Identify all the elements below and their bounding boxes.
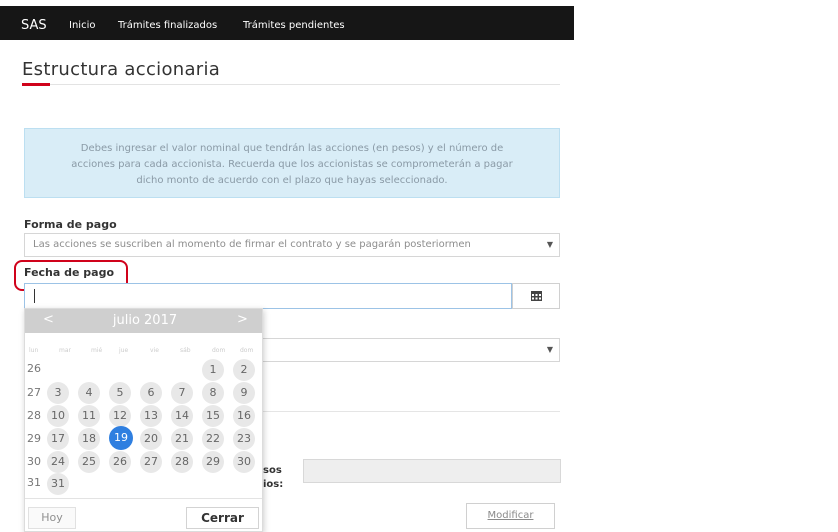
calendar-day[interactable]: 28 [171, 451, 193, 473]
text-cursor [34, 289, 35, 303]
calendar-day[interactable]: 2 [233, 359, 255, 381]
week-number: 27 [27, 386, 41, 399]
nav-item-inicio[interactable]: Inicio [69, 20, 95, 31]
month-label[interactable]: julio 2017 [105, 313, 185, 328]
calendar-day[interactable]: 20 [140, 428, 162, 450]
calendar-button[interactable] [512, 283, 560, 309]
fecha-de-pago-input[interactable] [24, 283, 512, 309]
prev-month-button[interactable]: < [43, 312, 54, 327]
calendar-day[interactable]: 12 [109, 405, 131, 427]
calendar-day[interactable]: 5 [109, 382, 131, 404]
forma-de-pago-select[interactable]: Las acciones se suscriben al momento de … [24, 233, 560, 257]
title-divider [22, 84, 560, 85]
datepicker-footer-divider [25, 498, 262, 499]
calendar-day[interactable]: 29 [202, 451, 224, 473]
calendar-day[interactable]: 21 [171, 428, 193, 450]
calendar-day[interactable]: 11 [78, 405, 100, 427]
next-month-button[interactable]: > [237, 312, 248, 327]
calendar-day[interactable]: 6 [140, 382, 162, 404]
section-divider [263, 411, 560, 412]
forma-de-pago-value: Las acciones se suscriben al momento de … [33, 239, 471, 250]
weekday-header: vie [150, 347, 159, 354]
calendar-day[interactable]: 7 [171, 382, 193, 404]
partial-label-line2: ios: [263, 479, 284, 490]
brand-logo[interactable]: SAS [21, 18, 47, 33]
nav-item-tramites-pendientes[interactable]: Trámites pendientes [243, 20, 345, 31]
calendar-day[interactable]: 3 [47, 382, 69, 404]
weekday-header: sáb [180, 347, 191, 354]
weekday-header: dom [212, 347, 226, 354]
calendar-day[interactable]: 18 [78, 428, 100, 450]
datepicker-popup: < julio 2017 > lun mar mié jue vie sáb d… [24, 308, 263, 532]
calendar-day[interactable]: 13 [140, 405, 162, 427]
caret-down-icon: ▼ [546, 345, 553, 354]
calendar-day[interactable]: 16 [233, 405, 255, 427]
weekday-header: mié [91, 347, 103, 354]
calendar-day[interactable]: 10 [47, 405, 69, 427]
calendar-icon [530, 291, 542, 301]
alert-line: dicho monto de acuerdo con el plazo que … [136, 175, 448, 186]
calendar-day[interactable]: 24 [47, 451, 69, 473]
weekday-header: jue [119, 347, 129, 354]
calendar-day[interactable]: 31 [47, 473, 69, 495]
calendar-day[interactable]: 23 [233, 428, 255, 450]
title-accent-bar [22, 83, 50, 86]
calendar-day[interactable]: 26 [109, 451, 131, 473]
caret-down-icon: ▼ [546, 240, 553, 249]
page-title: Estructura accionaria [22, 59, 221, 80]
top-navbar: SAS Inicio Trámites finalizados Trámites… [0, 0, 838, 40]
calendar-day[interactable]: 17 [47, 428, 69, 450]
calendar-day[interactable]: 22 [202, 428, 224, 450]
alert-line: acciones para cada accionista. Recuerda … [71, 159, 513, 170]
calendar-day[interactable]: 25 [78, 451, 100, 473]
calendar-day[interactable]: 1 [202, 359, 224, 381]
alert-line: Debes ingresar el valor nominal que tend… [80, 143, 504, 154]
partial-label-line1: sos [263, 465, 282, 476]
calendar-day[interactable]: 9 [233, 382, 255, 404]
calendar-day[interactable]: 15 [202, 405, 224, 427]
info-alert: Debes ingresar el valor nominal que tend… [24, 128, 560, 198]
calendar-day[interactable]: 4 [78, 382, 100, 404]
datepicker-header: < julio 2017 > [25, 309, 262, 333]
calendar-day-selected[interactable]: 19 [109, 426, 133, 450]
week-number: 31 [27, 476, 41, 489]
week-number: 29 [27, 432, 41, 445]
close-button[interactable]: Cerrar [186, 507, 259, 529]
calendar-day[interactable]: 27 [140, 451, 162, 473]
forma-de-pago-label: Forma de pago [24, 218, 117, 231]
today-button[interactable]: Hoy [28, 507, 76, 529]
calendar-day[interactable]: 30 [233, 451, 255, 473]
calendar-day[interactable]: 14 [171, 405, 193, 427]
nav-item-tramites-finalizados[interactable]: Trámites finalizados [118, 20, 217, 31]
weekday-header: lun [29, 347, 39, 354]
week-number: 28 [27, 409, 41, 422]
weekday-header: dom [240, 347, 254, 354]
disabled-input [303, 459, 561, 483]
week-number: 30 [27, 455, 41, 468]
calendar-day[interactable]: 8 [202, 382, 224, 404]
modify-button[interactable]: Modificar [466, 503, 555, 529]
weekday-header: mar [59, 347, 71, 354]
week-number: 26 [27, 362, 41, 375]
